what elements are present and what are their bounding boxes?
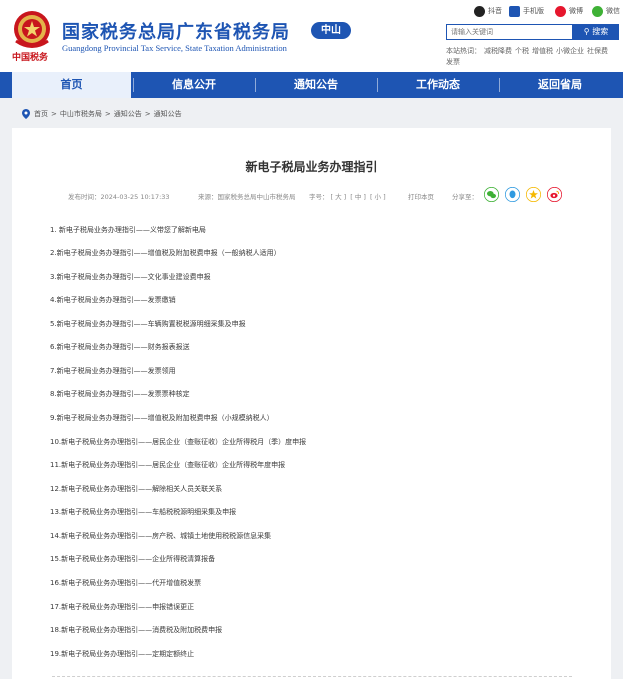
guide-item[interactable]: 17.新电子税局业务办理指引——申报错误更正 [50,602,194,612]
guide-item[interactable]: 12.新电子税局业务办理指引——解除相关人员关联关系 [50,484,222,494]
font-size-small[interactable]: [ 小 ] [370,193,386,201]
guide-item[interactable]: 9.新电子税局业务办理指引——增值税及附加税费申报（小规模纳税人） [50,413,274,423]
font-size-large[interactable]: [ 大 ] [331,193,347,201]
weibo-icon [547,187,562,202]
mobile-label: 手机版 [523,7,544,15]
hot-word[interactable]: 小微企业 [556,47,584,55]
douyin-label: 抖音 [488,7,502,15]
hot-word[interactable]: 社保费 [587,47,608,55]
wechat-icon [484,187,499,202]
hot-word[interactable]: 减税降费 [484,47,512,55]
qzone-star-icon [526,187,541,202]
nav-item-home[interactable]: 首页 [12,72,131,98]
breadcrumb-separator: > [51,110,57,118]
mobile-link[interactable]: 手机版 [509,4,544,18]
nav-divider [377,78,378,92]
guide-item[interactable]: 15.新电子税局业务办理指引——企业所得税清算报备 [50,554,215,564]
nav-item-back-to-province[interactable]: 返回省局 [501,72,619,98]
qq-icon [505,187,520,202]
breadcrumb-separator: > [104,110,111,118]
share-qq-button[interactable] [505,187,520,202]
site-header: 中国税务 国家税务总局广东省税务局 Guangdong Provincial T… [0,0,623,72]
nav-divider [133,78,134,92]
mobile-icon [509,5,520,17]
site-subtitle: Guangdong Provincial Tax Service, State … [62,43,287,53]
location-pin-icon [22,109,30,119]
city-badge[interactable]: 中山 [311,22,351,39]
douyin-link[interactable]: 抖音 [474,4,502,18]
breadcrumb-item[interactable]: 通知公告 [114,109,142,119]
font-size-control: 字号：[ 大 ][ 中 ] [ 小 ] [309,191,388,201]
wechat-label: 微信 [606,7,620,15]
breadcrumb-item[interactable]: 通知公告 [154,109,182,119]
weibo-icon [555,5,566,17]
emblem-text: 中国税务 [12,52,49,62]
guide-item[interactable]: 5.新电子税局业务办理指引——车辆购置税税源明细采集及申报 [50,319,246,329]
font-size-medium[interactable]: [ 中 ] [350,193,366,201]
share-label: 分享至： [452,193,478,201]
publish-time: 发布时间：2024-03-25 10:17:33 [68,193,170,201]
wechat-link[interactable]: 微信 [592,4,620,18]
wechat-icon [592,5,603,17]
guide-item[interactable]: 13.新电子税局业务办理指引——车船税税源明细采集及申报 [50,507,236,517]
search-icon: ⚲ [583,27,590,36]
divider [52,676,572,677]
hot-words-label: 本站热词： [446,47,481,55]
share-qzone-button[interactable] [526,187,541,202]
nav-divider [255,78,256,92]
search-button[interactable]: ⚲ 搜索 [573,24,619,40]
nav-item-work-news[interactable]: 工作动态 [379,72,497,98]
hot-word[interactable]: 个税 [515,47,529,55]
guide-item[interactable]: 18.新电子税局业务办理指引——消费税及附加税费申报 [50,625,222,635]
weibo-link[interactable]: 微博 [555,4,583,18]
search-button-label: 搜索 [592,27,609,36]
guide-item[interactable]: 4.新电子税局业务办理指引——发票缴销 [50,295,176,305]
font-size-label: 字号： [309,193,329,201]
guide-item[interactable]: 7.新电子税局业务办理指引——发票领用 [50,366,176,376]
breadcrumb-item[interactable]: 首页 [34,109,48,119]
hot-word[interactable]: 发票 [446,58,460,66]
nav-divider [499,78,500,92]
breadcrumb: 首页 > 中山市税务局 > 通知公告 > 通知公告 [22,108,182,120]
guide-item[interactable]: 11.新电子税局业务办理指引——居民企业（查账征收）企业所得税年度申报 [50,460,285,470]
douyin-icon [474,5,485,17]
share-weibo-button[interactable] [547,187,562,202]
breadcrumb-item[interactable]: 中山市税务局 [60,109,102,119]
guide-item[interactable]: 3.新电子税局业务办理指引——文化事业建设费申报 [50,272,211,282]
guide-item[interactable]: 6.新电子税局业务办理指引——财务报表报送 [50,342,190,352]
search-input[interactable] [446,24,573,40]
hot-word[interactable]: 增值税 [532,47,553,55]
guide-item[interactable]: 8.新电子税局业务办理指引——发票票种核定 [50,389,190,399]
site-title[interactable]: 国家税务总局广东省税务局 [62,18,290,44]
guide-item[interactable]: 19.新电子税局业务办理指引——定期定额终止 [50,649,194,659]
nav-item-info-disclosure[interactable]: 信息公开 [135,72,253,98]
guide-item[interactable]: 1. 新电子税局业务办理指引——义带您了解新电局 [50,225,206,235]
article-source: 来源：国家税务总局中山市税务局 [198,193,296,201]
guide-item[interactable]: 14.新电子税局业务办理指引——房产税、城镇土地使用税税源信息采集 [50,531,271,541]
breadcrumb-separator: > [144,110,151,118]
guide-item[interactable]: 2.新电子税局业务办理指引——增值税及附加税费申报（一般纳税人适用） [50,248,281,258]
print-link[interactable]: 打印本页 [408,191,434,201]
main-nav: 首页 信息公开 通知公告 工作动态 返回省局 [0,72,623,98]
nav-item-notices[interactable]: 通知公告 [257,72,375,98]
weibo-label: 微博 [569,7,583,15]
share-wechat-button[interactable] [484,187,499,202]
article-card: 新电子税局业务办理指引 发布时间：2024-03-25 10:17:33 来源：… [12,128,611,679]
article-title: 新电子税局业务办理指引 [245,160,378,174]
hot-words: 本站热词： 减税降费 个税 增值税 小微企业 社保费发票 [446,46,622,68]
guide-item[interactable]: 10.新电子税局业务办理指引——居民企业（查账征收）企业所得税月（季）度申报 [50,437,306,447]
guide-item[interactable]: 16.新电子税局业务办理指引——代开增值税发票 [50,578,201,588]
